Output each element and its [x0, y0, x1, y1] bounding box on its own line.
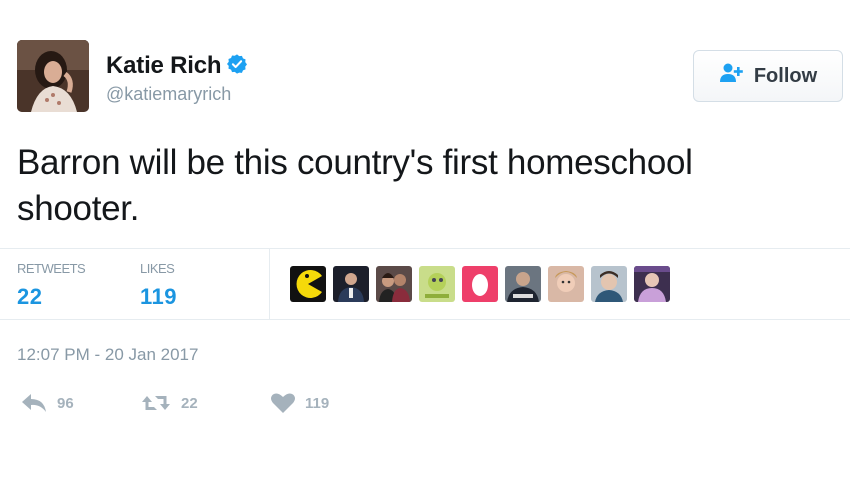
person-add-icon [719, 62, 745, 90]
liker-avatar-2[interactable] [333, 266, 369, 302]
follow-button[interactable]: Follow [693, 50, 843, 102]
likes-stat[interactable]: LIKES 119 [140, 261, 177, 310]
likes-value: 119 [140, 284, 177, 309]
reply-count: 96 [57, 394, 74, 412]
likers-avatar-list [290, 266, 670, 302]
user-handle[interactable]: @katiemaryrich [106, 84, 231, 105]
follow-button-label: Follow [753, 64, 818, 87]
retweet-count: 22 [181, 394, 198, 412]
display-name[interactable]: Katie Rich [106, 52, 222, 80]
verified-badge-icon [226, 53, 248, 80]
liker-avatar-7[interactable] [548, 266, 584, 302]
liker-avatar-6[interactable] [505, 266, 541, 302]
tweet-timestamp[interactable]: 12:07 PM - 20 Jan 2017 [17, 345, 198, 365]
heart-icon [270, 392, 296, 414]
liker-avatar-3[interactable] [376, 266, 412, 302]
retweet-icon [140, 392, 172, 414]
tweet-card: Katie Rich @katiemaryrich Follow Barron … [0, 0, 850, 477]
stats-bottom-divider [0, 319, 850, 320]
stats-top-divider [0, 248, 850, 249]
tweet-text: Barron will be this country's first home… [17, 143, 693, 228]
liker-avatar-8[interactable] [591, 266, 627, 302]
reply-icon [20, 392, 48, 414]
retweet-action[interactable]: 22 [140, 392, 198, 414]
retweets-value: 22 [17, 284, 43, 309]
likes-label: LIKES [140, 261, 175, 276]
pacman-avatar[interactable] [290, 266, 326, 302]
like-count: 119 [305, 394, 330, 412]
user-name-row[interactable]: Katie Rich [106, 52, 248, 80]
avatar[interactable] [17, 40, 89, 112]
liker-avatar-4[interactable] [419, 266, 455, 302]
stats-vertical-divider [269, 248, 270, 319]
reply-action[interactable]: 96 [20, 392, 74, 414]
liker-avatar-9[interactable] [634, 266, 670, 302]
retweets-stat[interactable]: RETWEETS 22 [17, 261, 86, 310]
retweets-label: RETWEETS [17, 261, 86, 276]
pink-egg-avatar[interactable] [462, 266, 498, 302]
like-action[interactable]: 119 [270, 392, 329, 414]
